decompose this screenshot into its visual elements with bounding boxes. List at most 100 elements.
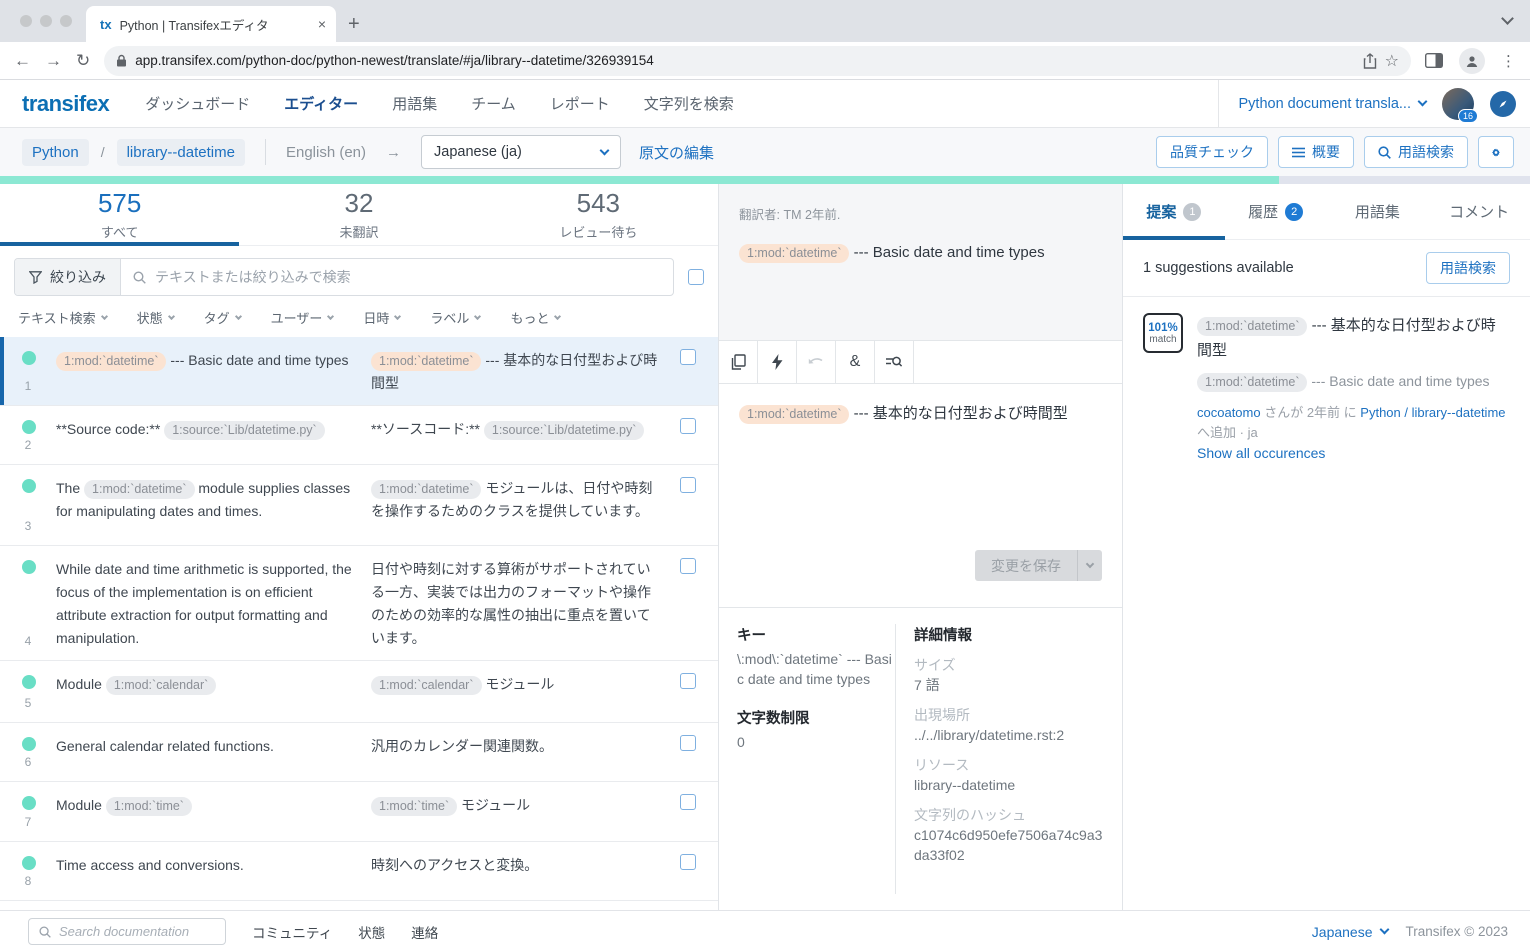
- string-row-2[interactable]: 2**Source code:** 1:source:`Lib/datetime…: [0, 406, 718, 465]
- special-characters-button[interactable]: &: [836, 341, 875, 383]
- attribution-link[interactable]: Python / library--datetime: [1360, 405, 1505, 420]
- panel-tab-提案[interactable]: 提案1: [1123, 184, 1225, 239]
- row-checkbox[interactable]: [680, 735, 696, 751]
- filter-label: もっと: [510, 308, 549, 327]
- filter-dropdown-タグ[interactable]: タグ: [204, 308, 241, 327]
- ui-language-select[interactable]: Japanese: [1312, 924, 1388, 940]
- filter-dropdown-状態[interactable]: 状態: [137, 308, 174, 327]
- concordance-search-button[interactable]: [875, 341, 914, 383]
- translation-progress-bar: [0, 176, 1530, 184]
- attribution-link[interactable]: cocoatomo: [1197, 405, 1261, 420]
- back-button[interactable]: ←: [14, 51, 31, 71]
- list-tab-未翻訳[interactable]: 32 未翻訳: [239, 184, 478, 245]
- breadcrumb-resource[interactable]: library--datetime: [117, 139, 245, 166]
- forward-button[interactable]: →: [45, 51, 62, 71]
- overview-button[interactable]: 概要: [1278, 136, 1354, 168]
- undo-button[interactable]: [797, 341, 836, 383]
- save-options-caret[interactable]: [1077, 550, 1102, 581]
- nav-item-ダッシュボード[interactable]: ダッシュボード: [145, 93, 250, 114]
- status-dot: [22, 796, 36, 810]
- reload-button[interactable]: ↻: [76, 51, 90, 71]
- row-checkbox[interactable]: [680, 794, 696, 810]
- tab-count: 32: [345, 188, 374, 219]
- select-all-checkbox[interactable]: [688, 269, 704, 285]
- panel-tab-コメント[interactable]: コメント: [1428, 184, 1530, 239]
- footer-link-コミュニティ[interactable]: コミュニティ: [252, 922, 332, 942]
- variable-chip[interactable]: 1:mod:`datetime`: [739, 244, 849, 263]
- source-cell: While date and time arithmetic is suppor…: [56, 558, 371, 650]
- share-icon[interactable]: [1363, 53, 1377, 69]
- documentation-search-input[interactable]: Search documentation: [28, 918, 226, 945]
- list-tab-レビュー待ち[interactable]: 543レビュー待ち: [479, 184, 718, 245]
- user-avatar[interactable]: 16: [1442, 88, 1474, 120]
- breadcrumb-project[interactable]: Python: [22, 139, 89, 166]
- nav-item-チーム[interactable]: チーム: [471, 93, 516, 114]
- variable-chip[interactable]: 1:mod:`datetime`: [739, 405, 849, 424]
- string-row-1[interactable]: 11:mod:`datetime` --- Basic date and tim…: [0, 337, 718, 406]
- zoom-window-icon[interactable]: [60, 15, 72, 27]
- glossary-search-button[interactable]: 用語検索: [1364, 136, 1468, 168]
- url-bar[interactable]: app.transifex.com/python-doc/python-newe…: [104, 46, 1411, 76]
- filter-dropdown-ラベル[interactable]: ラベル: [430, 308, 480, 327]
- row-checkbox[interactable]: [680, 558, 696, 574]
- string-row-8[interactable]: 8Time access and conversions.時刻へのアクセスと変換…: [0, 842, 718, 901]
- browser-profile-avatar[interactable]: [1459, 48, 1485, 74]
- compass-icon[interactable]: [1490, 91, 1516, 117]
- filter-dropdown-もっと[interactable]: もっと: [510, 308, 560, 327]
- footer-link-状態[interactable]: 状態: [358, 922, 385, 942]
- string-search-input[interactable]: テキストまたは絞り込みで検索: [121, 259, 673, 295]
- person-icon: [1465, 54, 1479, 68]
- browser-tab[interactable]: tx Python | Transifexエディタ ×: [86, 6, 336, 42]
- suggestion-item[interactable]: 101% match 1:mod:`datetime` --- 基本的な日付型お…: [1123, 297, 1530, 477]
- bookmark-star-icon[interactable]: ☆: [1385, 51, 1399, 71]
- filter-button[interactable]: 絞り込み: [15, 259, 121, 295]
- filter-button-label: 絞り込み: [50, 267, 106, 287]
- string-row-5[interactable]: 5Module 1:mod:`calendar`1:mod:`calendar`…: [0, 661, 718, 723]
- nav-item-文字列を検索[interactable]: 文字列を検索: [644, 93, 734, 114]
- nav-item-レポート[interactable]: レポート: [550, 93, 610, 114]
- machine-translation-button[interactable]: [758, 341, 797, 383]
- show-all-occurrences-link[interactable]: Show all occurences: [1197, 445, 1510, 461]
- close-window-icon[interactable]: [20, 15, 32, 27]
- match-percent: 101%: [1148, 322, 1177, 334]
- translation-input[interactable]: 1:mod:`datetime` --- 基本的な日付型および時間型: [719, 384, 1122, 550]
- row-checkbox[interactable]: [680, 418, 696, 434]
- close-tab-icon[interactable]: ×: [318, 16, 326, 32]
- window-controls[interactable]: [0, 0, 86, 42]
- list-tab-すべて[interactable]: 575すべて: [0, 184, 239, 245]
- sidepanel-icon[interactable]: [1425, 53, 1443, 68]
- row-checkbox[interactable]: [680, 854, 696, 870]
- filter-dropdown-ユーザー[interactable]: ユーザー: [271, 308, 334, 327]
- quality-check-button[interactable]: 品質チェック: [1156, 136, 1268, 168]
- string-row-6[interactable]: 6General calendar related functions.汎用のカ…: [0, 723, 718, 782]
- row-checkbox[interactable]: [680, 477, 696, 493]
- minimize-window-icon[interactable]: [40, 15, 52, 27]
- row-checkbox[interactable]: [680, 673, 696, 689]
- nav-item-用語集[interactable]: 用語集: [392, 93, 437, 114]
- window-chevron-icon[interactable]: [1501, 12, 1514, 25]
- string-row-7[interactable]: 7Module 1:mod:`time`1:mod:`time` モジュール: [0, 782, 718, 842]
- new-tab-button[interactable]: +: [348, 13, 360, 36]
- project-selector[interactable]: Python document transla...: [1239, 96, 1427, 112]
- panel-tab-履歴[interactable]: 履歴2: [1225, 184, 1327, 239]
- nav-item-エディター[interactable]: エディター: [284, 93, 358, 114]
- status-dot: [22, 479, 36, 493]
- filter-dropdown-テキスト検索[interactable]: テキスト検索: [18, 308, 107, 327]
- transifex-logo[interactable]: transifex: [22, 91, 109, 117]
- filter-dropdown-日時[interactable]: 日時: [363, 308, 400, 327]
- edit-source-link[interactable]: 原文の編集: [639, 142, 714, 163]
- string-row-4[interactable]: 4While date and time arithmetic is suppo…: [0, 546, 718, 661]
- string-row-3[interactable]: 3The 1:mod:`datetime` module supplies cl…: [0, 465, 718, 546]
- row-checkbox[interactable]: [680, 349, 696, 365]
- tab-label: 未翻訳: [339, 222, 378, 241]
- target-language-select[interactable]: Japanese (ja): [421, 135, 621, 169]
- glossary-search-button-right[interactable]: 用語検索: [1426, 252, 1510, 284]
- save-changes-button[interactable]: 変更を保存: [975, 550, 1102, 581]
- settings-button[interactable]: [1478, 136, 1514, 168]
- footer-link-連絡[interactable]: 連絡: [411, 922, 438, 942]
- copy-source-button[interactable]: [719, 341, 758, 383]
- breadcrumb-separator: /: [101, 144, 105, 160]
- string-row-9[interactable]: 9Module 1:mod:`zoneinfo`1:mod:`zoneinfo`…: [0, 901, 718, 910]
- browser-menu-icon[interactable]: ⋮: [1501, 52, 1516, 70]
- panel-tab-用語集[interactable]: 用語集: [1327, 184, 1429, 239]
